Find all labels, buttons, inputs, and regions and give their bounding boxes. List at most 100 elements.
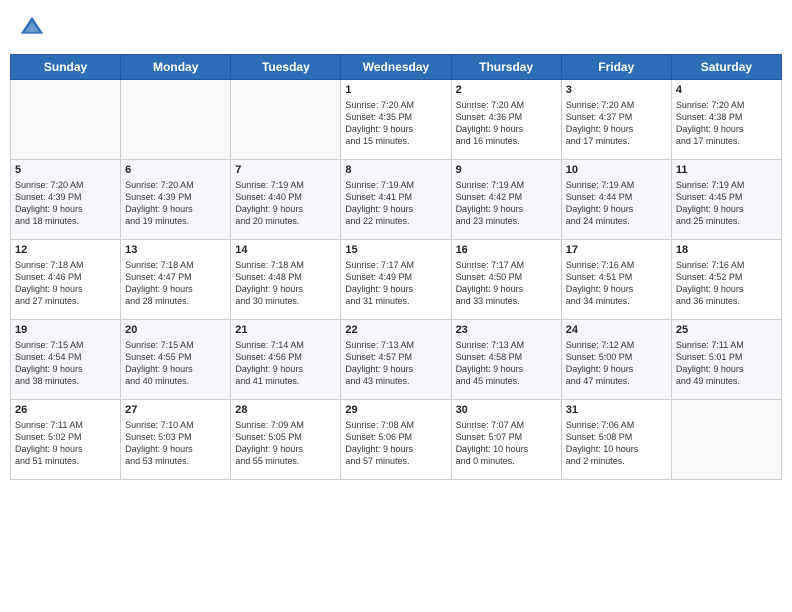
calendar-cell: 29Sunrise: 7:08 AM Sunset: 5:06 PM Dayli… xyxy=(341,400,451,480)
day-info: Sunrise: 7:09 AM Sunset: 5:05 PM Dayligh… xyxy=(235,419,336,468)
weekday-header-thursday: Thursday xyxy=(451,55,561,80)
day-info: Sunrise: 7:19 AM Sunset: 4:41 PM Dayligh… xyxy=(345,179,446,228)
day-info: Sunrise: 7:18 AM Sunset: 4:48 PM Dayligh… xyxy=(235,259,336,308)
calendar-cell: 8Sunrise: 7:19 AM Sunset: 4:41 PM Daylig… xyxy=(341,160,451,240)
calendar-week-3: 12Sunrise: 7:18 AM Sunset: 4:46 PM Dayli… xyxy=(11,240,782,320)
day-info: Sunrise: 7:20 AM Sunset: 4:36 PM Dayligh… xyxy=(456,99,557,148)
day-number: 4 xyxy=(676,83,777,98)
day-number: 18 xyxy=(676,243,777,258)
calendar-cell: 6Sunrise: 7:20 AM Sunset: 4:39 PM Daylig… xyxy=(121,160,231,240)
day-info: Sunrise: 7:13 AM Sunset: 4:58 PM Dayligh… xyxy=(456,339,557,388)
calendar-cell: 14Sunrise: 7:18 AM Sunset: 4:48 PM Dayli… xyxy=(231,240,341,320)
day-info: Sunrise: 7:12 AM Sunset: 5:00 PM Dayligh… xyxy=(566,339,667,388)
day-number: 15 xyxy=(345,243,446,258)
day-number: 3 xyxy=(566,83,667,98)
calendar-cell: 1Sunrise: 7:20 AM Sunset: 4:35 PM Daylig… xyxy=(341,80,451,160)
day-number: 10 xyxy=(566,163,667,178)
day-info: Sunrise: 7:19 AM Sunset: 4:45 PM Dayligh… xyxy=(676,179,777,228)
calendar-cell: 5Sunrise: 7:20 AM Sunset: 4:39 PM Daylig… xyxy=(11,160,121,240)
weekday-header-saturday: Saturday xyxy=(671,55,781,80)
calendar-cell: 9Sunrise: 7:19 AM Sunset: 4:42 PM Daylig… xyxy=(451,160,561,240)
day-info: Sunrise: 7:16 AM Sunset: 4:51 PM Dayligh… xyxy=(566,259,667,308)
day-info: Sunrise: 7:08 AM Sunset: 5:06 PM Dayligh… xyxy=(345,419,446,468)
day-info: Sunrise: 7:11 AM Sunset: 5:01 PM Dayligh… xyxy=(676,339,777,388)
calendar-cell: 13Sunrise: 7:18 AM Sunset: 4:47 PM Dayli… xyxy=(121,240,231,320)
calendar-cell: 18Sunrise: 7:16 AM Sunset: 4:52 PM Dayli… xyxy=(671,240,781,320)
calendar-week-5: 26Sunrise: 7:11 AM Sunset: 5:02 PM Dayli… xyxy=(11,400,782,480)
calendar-cell: 24Sunrise: 7:12 AM Sunset: 5:00 PM Dayli… xyxy=(561,320,671,400)
day-number: 11 xyxy=(676,163,777,178)
day-number: 2 xyxy=(456,83,557,98)
calendar-cell: 17Sunrise: 7:16 AM Sunset: 4:51 PM Dayli… xyxy=(561,240,671,320)
day-info: Sunrise: 7:15 AM Sunset: 4:54 PM Dayligh… xyxy=(15,339,116,388)
day-info: Sunrise: 7:20 AM Sunset: 4:39 PM Dayligh… xyxy=(125,179,226,228)
day-info: Sunrise: 7:14 AM Sunset: 4:56 PM Dayligh… xyxy=(235,339,336,388)
weekday-header-tuesday: Tuesday xyxy=(231,55,341,80)
weekday-header-wednesday: Wednesday xyxy=(341,55,451,80)
calendar-cell: 10Sunrise: 7:19 AM Sunset: 4:44 PM Dayli… xyxy=(561,160,671,240)
calendar-cell: 30Sunrise: 7:07 AM Sunset: 5:07 PM Dayli… xyxy=(451,400,561,480)
calendar-cell: 11Sunrise: 7:19 AM Sunset: 4:45 PM Dayli… xyxy=(671,160,781,240)
day-number: 6 xyxy=(125,163,226,178)
day-number: 29 xyxy=(345,403,446,418)
day-number: 17 xyxy=(566,243,667,258)
calendar-cell: 15Sunrise: 7:17 AM Sunset: 4:49 PM Dayli… xyxy=(341,240,451,320)
day-info: Sunrise: 7:20 AM Sunset: 4:38 PM Dayligh… xyxy=(676,99,777,148)
day-number: 13 xyxy=(125,243,226,258)
day-number: 21 xyxy=(235,323,336,338)
day-info: Sunrise: 7:18 AM Sunset: 4:47 PM Dayligh… xyxy=(125,259,226,308)
day-info: Sunrise: 7:19 AM Sunset: 4:42 PM Dayligh… xyxy=(456,179,557,228)
day-number: 8 xyxy=(345,163,446,178)
weekday-header-row: SundayMondayTuesdayWednesdayThursdayFrid… xyxy=(11,55,782,80)
day-number: 20 xyxy=(125,323,226,338)
day-info: Sunrise: 7:18 AM Sunset: 4:46 PM Dayligh… xyxy=(15,259,116,308)
day-number: 7 xyxy=(235,163,336,178)
day-number: 9 xyxy=(456,163,557,178)
day-info: Sunrise: 7:17 AM Sunset: 4:50 PM Dayligh… xyxy=(456,259,557,308)
day-info: Sunrise: 7:19 AM Sunset: 4:40 PM Dayligh… xyxy=(235,179,336,228)
logo-icon xyxy=(18,14,46,42)
calendar-cell xyxy=(11,80,121,160)
calendar-cell: 12Sunrise: 7:18 AM Sunset: 4:46 PM Dayli… xyxy=(11,240,121,320)
header xyxy=(10,10,782,46)
day-number: 25 xyxy=(676,323,777,338)
calendar-cell xyxy=(671,400,781,480)
weekday-header-friday: Friday xyxy=(561,55,671,80)
day-info: Sunrise: 7:17 AM Sunset: 4:49 PM Dayligh… xyxy=(345,259,446,308)
day-info: Sunrise: 7:16 AM Sunset: 4:52 PM Dayligh… xyxy=(676,259,777,308)
weekday-header-monday: Monday xyxy=(121,55,231,80)
calendar-week-2: 5Sunrise: 7:20 AM Sunset: 4:39 PM Daylig… xyxy=(11,160,782,240)
calendar-cell: 19Sunrise: 7:15 AM Sunset: 4:54 PM Dayli… xyxy=(11,320,121,400)
day-number: 16 xyxy=(456,243,557,258)
calendar-table: SundayMondayTuesdayWednesdayThursdayFrid… xyxy=(10,54,782,480)
calendar-cell xyxy=(231,80,341,160)
calendar-cell: 31Sunrise: 7:06 AM Sunset: 5:08 PM Dayli… xyxy=(561,400,671,480)
day-info: Sunrise: 7:07 AM Sunset: 5:07 PM Dayligh… xyxy=(456,419,557,468)
day-info: Sunrise: 7:06 AM Sunset: 5:08 PM Dayligh… xyxy=(566,419,667,468)
calendar-cell: 21Sunrise: 7:14 AM Sunset: 4:56 PM Dayli… xyxy=(231,320,341,400)
day-info: Sunrise: 7:15 AM Sunset: 4:55 PM Dayligh… xyxy=(125,339,226,388)
day-number: 12 xyxy=(15,243,116,258)
day-number: 31 xyxy=(566,403,667,418)
calendar-cell: 23Sunrise: 7:13 AM Sunset: 4:58 PM Dayli… xyxy=(451,320,561,400)
day-info: Sunrise: 7:13 AM Sunset: 4:57 PM Dayligh… xyxy=(345,339,446,388)
calendar-cell: 7Sunrise: 7:19 AM Sunset: 4:40 PM Daylig… xyxy=(231,160,341,240)
day-info: Sunrise: 7:20 AM Sunset: 4:39 PM Dayligh… xyxy=(15,179,116,228)
calendar-cell: 16Sunrise: 7:17 AM Sunset: 4:50 PM Dayli… xyxy=(451,240,561,320)
logo xyxy=(18,14,50,42)
calendar-cell: 2Sunrise: 7:20 AM Sunset: 4:36 PM Daylig… xyxy=(451,80,561,160)
day-info: Sunrise: 7:11 AM Sunset: 5:02 PM Dayligh… xyxy=(15,419,116,468)
day-info: Sunrise: 7:19 AM Sunset: 4:44 PM Dayligh… xyxy=(566,179,667,228)
day-info: Sunrise: 7:20 AM Sunset: 4:35 PM Dayligh… xyxy=(345,99,446,148)
page: SundayMondayTuesdayWednesdayThursdayFrid… xyxy=(0,0,792,612)
calendar-cell: 3Sunrise: 7:20 AM Sunset: 4:37 PM Daylig… xyxy=(561,80,671,160)
day-number: 22 xyxy=(345,323,446,338)
calendar-week-1: 1Sunrise: 7:20 AM Sunset: 4:35 PM Daylig… xyxy=(11,80,782,160)
day-number: 27 xyxy=(125,403,226,418)
day-number: 30 xyxy=(456,403,557,418)
day-number: 28 xyxy=(235,403,336,418)
calendar-cell xyxy=(121,80,231,160)
day-info: Sunrise: 7:10 AM Sunset: 5:03 PM Dayligh… xyxy=(125,419,226,468)
calendar-cell: 27Sunrise: 7:10 AM Sunset: 5:03 PM Dayli… xyxy=(121,400,231,480)
day-number: 23 xyxy=(456,323,557,338)
